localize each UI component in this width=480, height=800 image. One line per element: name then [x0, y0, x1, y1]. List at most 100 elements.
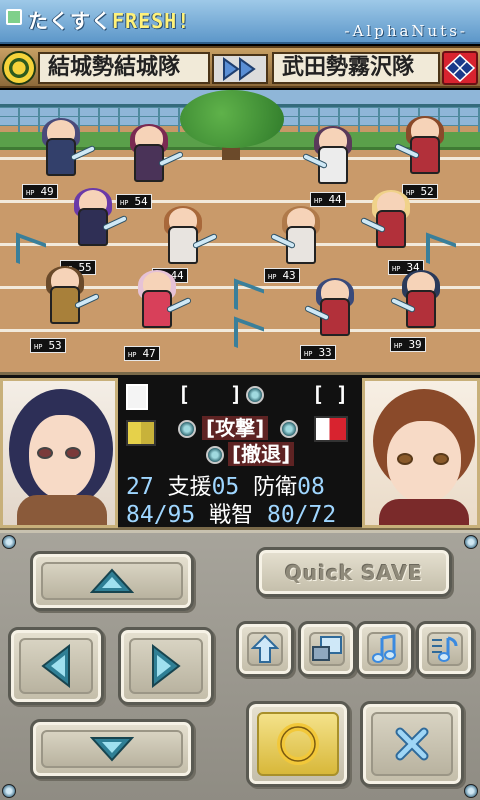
command-area: [ ] [ ] [攻撃] [撤退] — [122, 380, 358, 470]
battlefield: HP49HP54HP55HP44HP53HP47HP44HP52HP43HP34… — [0, 90, 480, 372]
app-title: たくすくFRESH! — [28, 5, 190, 34]
stats-row-1: 27 支援05 防衛08 — [126, 473, 325, 501]
tactics-label: 戦智 — [209, 503, 254, 528]
window-icon — [312, 636, 342, 661]
status-panel: [ ] [ ] [攻撃] [撤退] 27 支援05 防衛08 84/95 戦智 … — [0, 372, 480, 530]
stats-area: 27 支援05 防衛08 84/95 戦智 80/72 — [122, 473, 358, 529]
hp-label: HP — [128, 351, 137, 359]
confirm-button[interactable] — [246, 701, 350, 787]
hp-tag: HP 53 — [30, 338, 66, 353]
corner-gem-icon — [464, 784, 478, 798]
commander-right-portrait — [362, 378, 480, 528]
unit-sprite — [359, 190, 426, 270]
portrait-body — [17, 495, 107, 525]
double-arrow-right-icon — [212, 54, 268, 84]
down-arrow-icon — [90, 737, 134, 762]
up-arrow-icon — [90, 568, 134, 593]
dpad-down-button[interactable] — [30, 719, 194, 779]
music-button[interactable] — [356, 621, 414, 677]
left-banner-icon — [126, 420, 156, 446]
portrait-eye — [433, 453, 449, 465]
right-team-name: 武田勢霧沢隊 — [272, 52, 440, 84]
quick-save-button[interactable]: Quick SAVE — [256, 547, 452, 597]
circle-confirm-icon — [277, 723, 319, 765]
left-arrow-icon — [41, 644, 70, 688]
unit-sprite — [34, 266, 101, 346]
portrait-eye — [37, 447, 53, 459]
hp-value: 33 — [318, 346, 332, 359]
hp-tag: HP 39 — [390, 337, 426, 352]
portrait-body — [379, 499, 469, 525]
stats-row-2: 84/95 戦智 80/72 — [126, 501, 336, 529]
hp-label: HP — [268, 273, 277, 281]
commander-left-portrait — [0, 378, 118, 528]
support-label: 支援 — [167, 475, 212, 500]
attack-command[interactable]: [攻撃] — [202, 416, 269, 440]
music-settings-icon — [432, 636, 458, 662]
music-settings-button[interactable] — [416, 621, 474, 677]
gem-icon — [246, 386, 264, 404]
hp-tag: HP 43 — [264, 268, 300, 283]
right-banner-icon — [314, 416, 348, 442]
gem-icon — [178, 420, 196, 438]
hp-tag: HP 44 — [310, 192, 346, 207]
hp-value: 44 — [328, 193, 342, 206]
team-header: 結城勢結城隊 武田勢霧沢隊 — [0, 46, 480, 88]
portrait-eye — [65, 447, 81, 459]
quick-save-label: Quick SAVE — [285, 561, 423, 585]
gem-icon — [280, 420, 298, 438]
left-troop-value: 27 — [126, 474, 154, 500]
unit-sprite — [126, 270, 193, 350]
app-title-fresh: FRESH! — [112, 9, 191, 33]
dpad-left-button[interactable] — [8, 627, 104, 705]
support-value: 05 — [211, 474, 240, 500]
hp-label: HP — [304, 350, 313, 358]
window-button[interactable] — [298, 621, 356, 677]
dpad-right-button[interactable] — [118, 627, 214, 705]
title-bar: たくすくFRESH! -AlphaNuts- — [0, 0, 480, 44]
corner-gem-icon — [464, 535, 478, 549]
hp-tag: HP 47 — [124, 346, 160, 361]
hp-tag: HP 49 — [22, 184, 58, 199]
tactics-value: 80/72 — [266, 502, 337, 528]
portrait-eye — [397, 453, 413, 465]
retreat-command[interactable]: [撤退] — [228, 442, 295, 466]
corner-gem-icon — [2, 784, 16, 798]
music-note-icon — [372, 634, 396, 663]
hp-value: 54 — [134, 195, 148, 208]
slot-flag-icon[interactable] — [126, 384, 148, 410]
defense-value: 08 — [297, 474, 325, 500]
slot-bracket-close-right: ] — [336, 382, 349, 406]
unit-sprite — [62, 188, 129, 268]
troops-value: 84/95 — [126, 502, 196, 528]
x-cancel-icon — [395, 727, 429, 761]
upload-arrow-icon — [251, 634, 279, 663]
red-diamond-crest-icon — [442, 51, 478, 85]
right-arrow-icon — [152, 644, 181, 688]
control-pad: Quick SAVE — [0, 530, 480, 800]
tree-crown — [180, 90, 284, 148]
hp-value: 47 — [142, 347, 156, 360]
dpad-up-button[interactable] — [30, 551, 194, 611]
square-menu-icon[interactable] — [6, 9, 22, 25]
slot-bracket-open-right: [ — [312, 382, 325, 406]
left-team-name: 結城勢結城隊 — [38, 52, 210, 84]
hp-value: 49 — [40, 185, 54, 198]
hp-label: HP — [26, 189, 35, 197]
hp-label: HP — [394, 342, 403, 350]
hp-label: HP — [314, 197, 323, 205]
slot-bracket-close: ] — [230, 382, 243, 406]
app-title-main: たくすく — [28, 9, 112, 33]
hp-value: 53 — [48, 339, 62, 352]
upload-button[interactable] — [236, 621, 294, 677]
green-gold-crest-icon — [2, 51, 36, 85]
developer-name: -AlphaNuts- — [344, 22, 468, 40]
cancel-button[interactable] — [360, 701, 464, 787]
hp-label: HP — [34, 343, 43, 351]
gem-icon — [206, 446, 224, 464]
hp-tag: HP 33 — [300, 345, 336, 360]
hp-value: 43 — [282, 269, 296, 282]
hp-value: 39 — [408, 338, 422, 351]
corner-gem-icon — [2, 535, 16, 549]
slot-bracket-open: [ — [178, 382, 191, 406]
